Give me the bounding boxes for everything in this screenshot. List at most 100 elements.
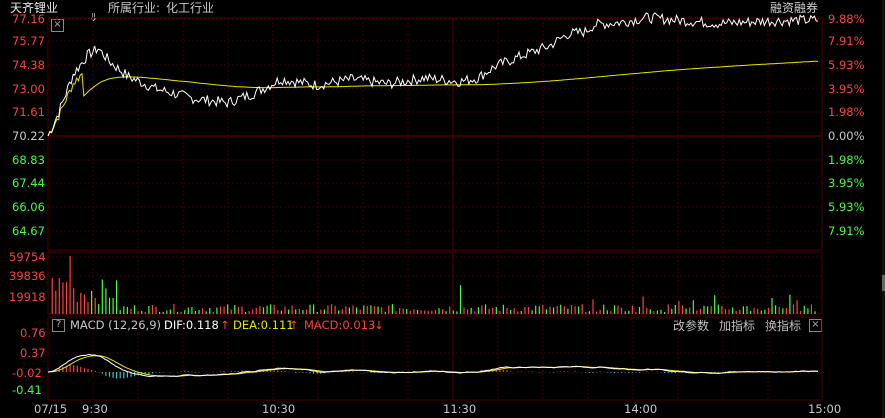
volume-bar xyxy=(166,310,168,314)
price-tick-left: 77.16 xyxy=(12,12,45,26)
macd-bar xyxy=(621,372,623,373)
macd-bar xyxy=(495,370,497,372)
volume-bar xyxy=(98,303,100,314)
volume-bar xyxy=(80,292,82,314)
volume-bar xyxy=(613,305,616,314)
volume-bar xyxy=(653,311,655,314)
volume-bar xyxy=(212,311,214,314)
volume-bar xyxy=(810,304,812,314)
volume-bar xyxy=(384,311,386,314)
macd-tick: -0.02 xyxy=(12,366,42,380)
macd-bar xyxy=(230,370,232,372)
macd-bar xyxy=(295,372,297,373)
volume-bar xyxy=(638,307,641,314)
macd-bar xyxy=(560,371,562,372)
volume-bar xyxy=(699,308,701,314)
volume-bar xyxy=(291,305,293,314)
price-tick-right: 5.93% xyxy=(828,58,865,72)
volume-bar xyxy=(94,298,96,314)
volume-bar xyxy=(660,309,662,314)
volume-bar xyxy=(714,295,716,314)
macd-bar xyxy=(506,370,508,372)
volume-bar xyxy=(599,309,601,314)
macd-bar xyxy=(510,371,512,372)
macd-bar xyxy=(80,366,82,372)
price-tick-left: 70.22 xyxy=(12,129,45,143)
macd-bar xyxy=(198,372,200,373)
macd-bar xyxy=(108,372,111,377)
macd-bar xyxy=(280,370,282,372)
volume-bar xyxy=(767,307,770,314)
macd-bar xyxy=(499,369,501,372)
macd-bar xyxy=(348,371,350,372)
volume-bar xyxy=(241,306,243,314)
volume-bar xyxy=(381,307,383,314)
volume-bar xyxy=(219,306,222,314)
volume-bar xyxy=(187,307,189,314)
volume-bar xyxy=(91,291,93,314)
volume-bar xyxy=(563,306,565,314)
volume-bar xyxy=(445,311,447,314)
volume-bar xyxy=(703,305,705,314)
price-tick-left: 74.38 xyxy=(12,58,45,72)
volume-bar xyxy=(295,309,297,314)
volume-bar xyxy=(492,308,494,314)
volume-bar xyxy=(230,309,232,314)
volume-bar xyxy=(578,306,580,314)
volume-bar xyxy=(764,309,766,314)
volume-bar xyxy=(101,279,103,314)
price-tick-left: 75.77 xyxy=(12,34,45,48)
price-tick-right: 9.88% xyxy=(828,12,865,26)
volume-bar xyxy=(463,307,465,314)
volume-bar xyxy=(309,304,311,314)
volume-bar xyxy=(270,304,272,314)
macd-bar xyxy=(237,371,239,372)
macd-bar xyxy=(219,371,222,372)
macd-bar xyxy=(194,372,196,373)
volume-bar xyxy=(302,310,304,314)
volume-bar xyxy=(356,307,358,314)
volume-bar xyxy=(484,304,487,314)
chart-canvas[interactable] xyxy=(0,0,885,418)
volume-bar xyxy=(205,311,207,314)
volume-bar xyxy=(438,308,440,314)
macd-bar xyxy=(73,365,75,372)
price-tick-right: 1.98% xyxy=(828,105,865,119)
volume-bar xyxy=(667,304,669,314)
macd-bar xyxy=(599,371,601,372)
price-tick-left: 73.00 xyxy=(12,82,45,96)
macd-bar xyxy=(628,372,630,374)
volume-bar xyxy=(678,301,680,314)
volume-bar xyxy=(55,290,57,314)
volume-bar xyxy=(266,305,268,314)
price-tick-right: 3.95% xyxy=(828,176,865,190)
volume-bar xyxy=(62,282,64,314)
volume-bar xyxy=(202,308,204,314)
volume-bar xyxy=(656,310,658,314)
volume-bar xyxy=(556,306,558,314)
macd-bar xyxy=(180,371,182,372)
volume-bar xyxy=(162,311,164,314)
macd-bar xyxy=(270,370,272,372)
volume-bar xyxy=(83,294,85,314)
macd-bar xyxy=(309,372,311,374)
volume-bar xyxy=(746,306,748,314)
volume-bar xyxy=(313,304,315,314)
volume-bar xyxy=(549,306,551,314)
price-tick-left: 67.44 xyxy=(12,176,45,190)
volume-bar xyxy=(467,309,469,314)
volume-bar xyxy=(151,305,154,314)
macd-bar xyxy=(316,372,318,374)
macd-bar xyxy=(610,372,612,373)
volume-bar xyxy=(724,309,727,314)
volume-bar xyxy=(176,311,179,314)
volume-bar xyxy=(395,311,397,314)
volume-bar xyxy=(621,307,623,314)
volume-bar xyxy=(134,305,136,314)
volume-bar xyxy=(194,311,196,314)
volume-bar xyxy=(606,310,608,314)
volume-bar xyxy=(585,312,587,314)
volume-bar xyxy=(255,308,257,314)
volume-bar xyxy=(402,308,404,314)
macd-bar xyxy=(352,371,354,372)
